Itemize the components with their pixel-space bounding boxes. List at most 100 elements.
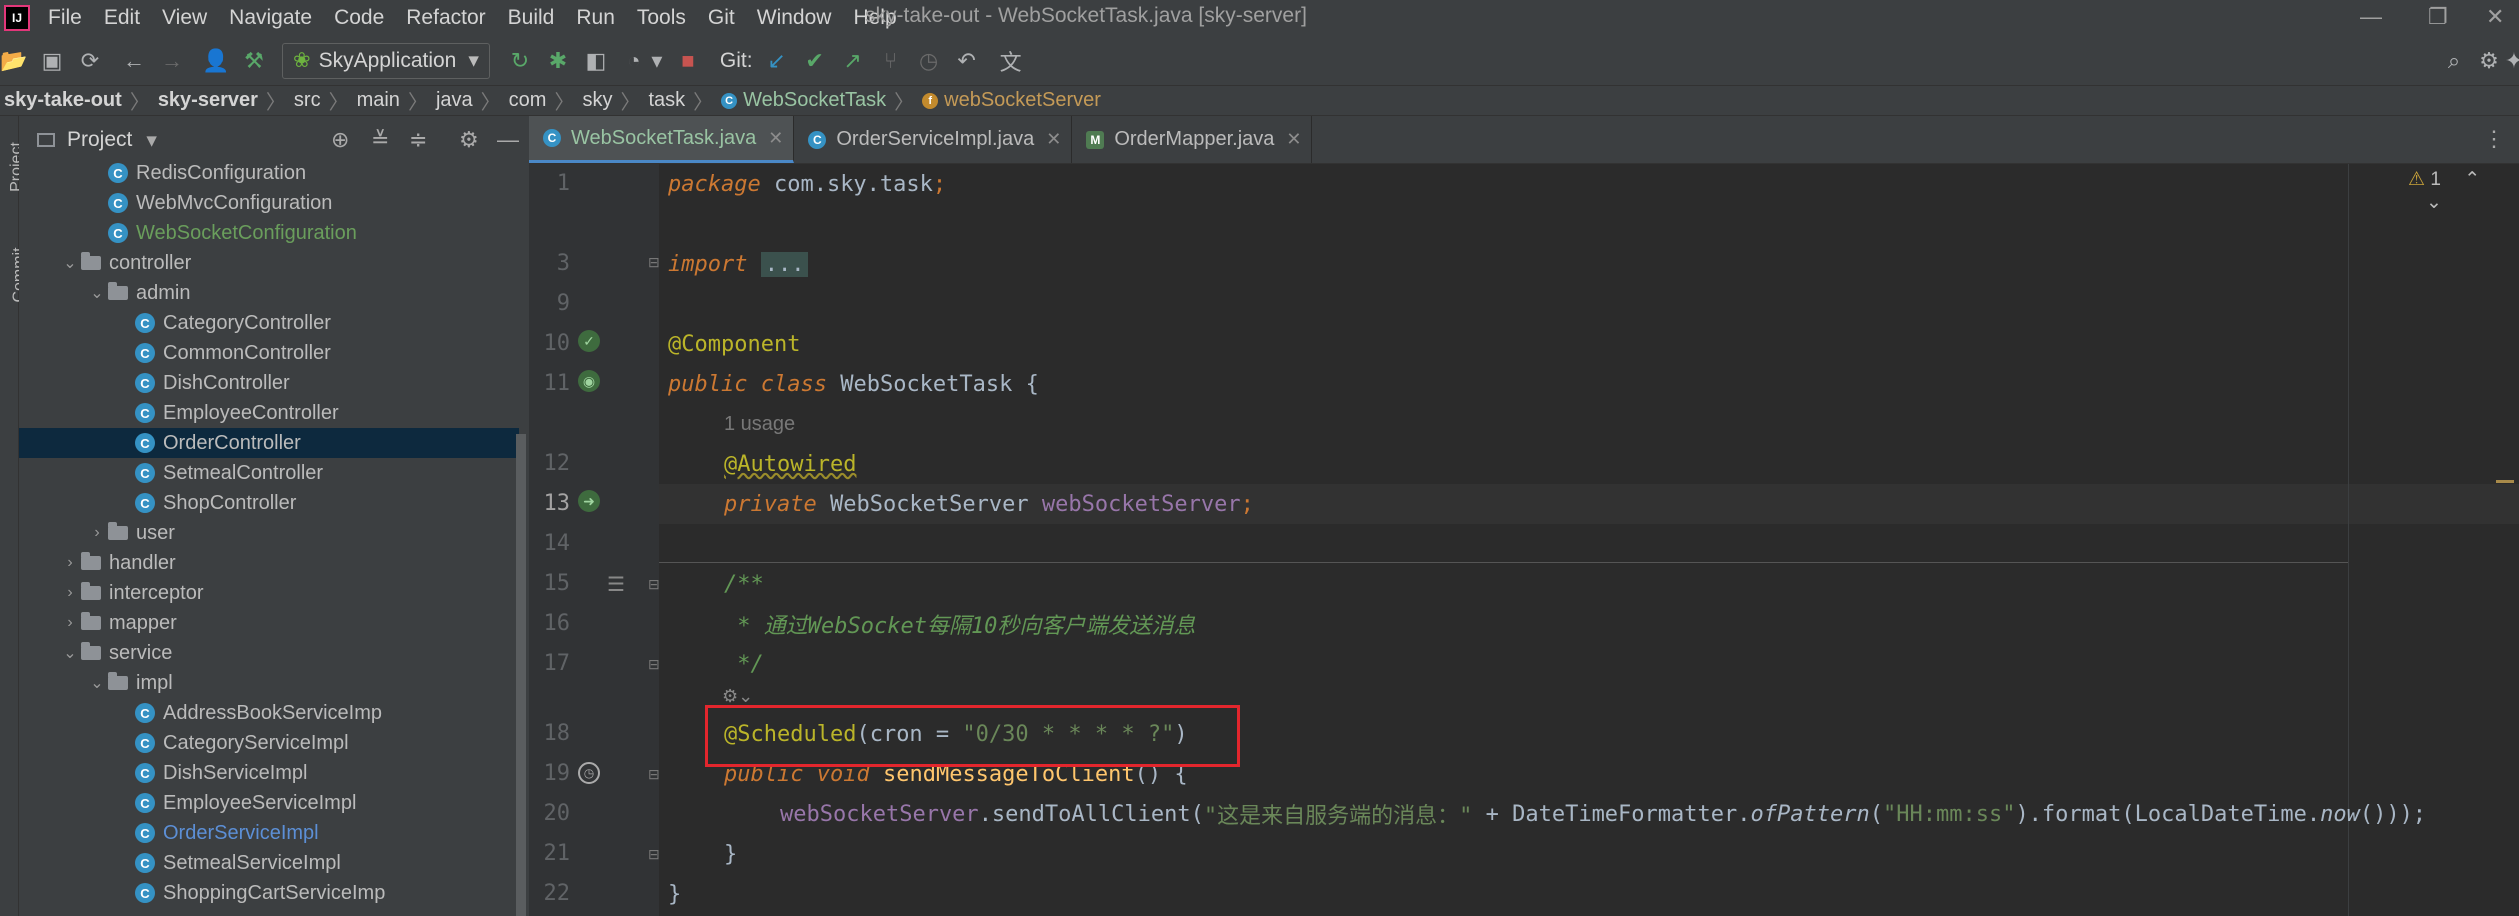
- menu-window[interactable]: Window: [757, 6, 832, 30]
- tree-folder[interactable]: ⌄ controller: [19, 248, 519, 278]
- hide-panel-icon[interactable]: —: [497, 127, 519, 153]
- breadcrumb-src[interactable]: src: [294, 89, 321, 112]
- menu-build[interactable]: Build: [508, 6, 555, 30]
- panel-settings-gear-icon[interactable]: ⚙: [459, 127, 479, 153]
- collapse-all-icon[interactable]: ≑: [409, 127, 427, 153]
- tree-folder[interactable]: ⌄ impl: [19, 668, 519, 698]
- next-highlight-icon[interactable]: ⌄: [2426, 192, 2442, 213]
- search-icon[interactable]: ⌕: [2440, 47, 2468, 75]
- code-line-13[interactable]: private WebSocketServer webSocketServer;: [724, 484, 1254, 524]
- tree-folder[interactable]: ⌄ admin: [19, 278, 519, 308]
- tree-file[interactable]: C OrderController: [19, 428, 519, 458]
- breadcrumb-module[interactable]: sky-server: [158, 89, 258, 112]
- menu-file[interactable]: File: [48, 6, 82, 30]
- tree-file[interactable]: C ShopController: [19, 488, 519, 518]
- breadcrumb-project[interactable]: sky-take-out: [4, 89, 122, 112]
- menu-refactor[interactable]: Refactor: [406, 6, 485, 30]
- code-line-22[interactable]: }: [668, 874, 681, 914]
- spring-bean-gutter-icon[interactable]: ✓: [578, 330, 600, 352]
- menu-edit[interactable]: Edit: [104, 6, 140, 30]
- close-tab-icon[interactable]: ✕: [1046, 129, 1061, 150]
- git-history-icon[interactable]: ◷: [915, 47, 943, 75]
- tree-file[interactable]: C DishController: [19, 368, 519, 398]
- tree-file[interactable]: C EmployeeServiceImpl: [19, 788, 519, 818]
- tab-websockettask[interactable]: C WebSocketTask.java ✕: [529, 116, 795, 163]
- menu-run[interactable]: Run: [576, 6, 615, 30]
- usage-hint-line[interactable]: 1 usage: [724, 404, 795, 444]
- tree-file[interactable]: C SetmealController: [19, 458, 519, 488]
- chevron-down-icon[interactable]: ⌄: [86, 673, 108, 693]
- breadcrumb-field[interactable]: webSocketServer: [944, 89, 1101, 112]
- tree-file[interactable]: C WebSocketConfiguration: [19, 218, 519, 248]
- more-tabs-icon[interactable]: ⋮: [2483, 126, 2505, 152]
- debug-bug-icon[interactable]: ✱: [544, 47, 572, 75]
- chevron-right-icon[interactable]: ›: [86, 524, 108, 542]
- git-commit-icon[interactable]: ✔: [801, 47, 829, 75]
- tree-folder[interactable]: › handler: [19, 548, 519, 578]
- tree-file[interactable]: C CategoryServiceImpl: [19, 728, 519, 758]
- tree-folder[interactable]: › mapper: [19, 608, 519, 638]
- chevron-down-icon[interactable]: ⌄: [59, 643, 81, 663]
- tree-file[interactable]: C OrderServiceImpl: [19, 818, 519, 848]
- code-line-20[interactable]: webSocketServer .sendToAllClient("这是来自服务端…: [780, 794, 2426, 834]
- profile-icon[interactable]: ◔: [620, 47, 648, 75]
- coverage-icon[interactable]: ◧: [582, 47, 610, 75]
- forward-arrow-icon[interactable]: →: [158, 47, 186, 75]
- previous-highlight-icon[interactable]: ⌃: [2464, 169, 2480, 190]
- project-panel-title[interactable]: Project: [67, 128, 132, 152]
- breadcrumb-com[interactable]: com: [509, 89, 547, 112]
- tree-folder[interactable]: ⌄ service: [19, 638, 519, 668]
- expand-all-icon[interactable]: ≚: [371, 127, 389, 153]
- git-update-icon[interactable]: ↙: [763, 47, 791, 75]
- git-push-icon[interactable]: ↗: [839, 47, 867, 75]
- user-icon[interactable]: 👤: [202, 47, 230, 75]
- tree-folder[interactable]: › user: [19, 518, 519, 548]
- tab-ordermapper[interactable]: M OrderMapper.java ✕: [1072, 116, 1313, 163]
- documentation-toggle-icon[interactable]: ☰: [607, 572, 625, 597]
- menu-code[interactable]: Code: [334, 6, 384, 30]
- fold-toggle-icon[interactable]: ⊟: [648, 576, 660, 593]
- close-tab-icon[interactable]: ✕: [1286, 129, 1301, 150]
- tree-file[interactable]: C DishServiceImpl: [19, 758, 519, 788]
- fold-toggle-icon[interactable]: ⊟: [648, 254, 660, 271]
- translate-icon[interactable]: 文: [997, 47, 1025, 75]
- autowired-navigate-gutter-icon[interactable]: ➜: [578, 490, 600, 512]
- breadcrumb-task[interactable]: task: [648, 89, 685, 112]
- tree-folder[interactable]: › interceptor: [19, 578, 519, 608]
- more-run-chevron-icon[interactable]: ▾: [650, 47, 664, 75]
- restore-icon[interactable]: ❐: [2428, 4, 2448, 30]
- chevron-down-icon[interactable]: ▾: [146, 128, 157, 153]
- code-line-11[interactable]: public class WebSocketTask {: [668, 364, 1039, 404]
- tree-scrollbar[interactable]: [516, 434, 526, 916]
- open-folder-icon[interactable]: 📂: [0, 47, 28, 75]
- chevron-right-icon[interactable]: ›: [59, 554, 81, 572]
- tree-file[interactable]: C WebMvcConfiguration: [19, 188, 519, 218]
- run-configuration-select[interactable]: ❀ SkyApplication ▾: [282, 42, 490, 79]
- back-arrow-icon[interactable]: ←: [120, 47, 148, 75]
- folded-imports[interactable]: ...: [760, 251, 809, 277]
- code-line-3[interactable]: import ...: [668, 244, 809, 284]
- rollback-icon[interactable]: ↶: [953, 47, 981, 75]
- close-tab-icon[interactable]: ✕: [768, 128, 783, 149]
- tree-file[interactable]: C CommonController: [19, 338, 519, 368]
- tree-file[interactable]: C EmployeeController: [19, 398, 519, 428]
- fold-toggle-icon[interactable]: ⊟: [648, 766, 660, 783]
- scheduled-gutter-icon[interactable]: ◷: [578, 762, 600, 784]
- breadcrumb-main[interactable]: main: [357, 89, 400, 112]
- tree-file[interactable]: C ShoppingCartServiceImp: [19, 878, 519, 908]
- tree-file[interactable]: C RedisConfiguration: [19, 158, 519, 188]
- tab-orderserviceimpl[interactable]: C OrderServiceImpl.java ✕: [794, 116, 1073, 163]
- code-line-15[interactable]: /**: [724, 564, 764, 604]
- menu-navigate[interactable]: Navigate: [229, 6, 312, 30]
- tree-file[interactable]: C CategoryController: [19, 308, 519, 338]
- chevron-down-icon[interactable]: ⌄: [86, 283, 108, 303]
- menu-tools[interactable]: Tools: [637, 6, 686, 30]
- breadcrumb-java[interactable]: java: [436, 89, 473, 112]
- chevron-right-icon[interactable]: ›: [59, 614, 81, 632]
- fold-toggle-icon[interactable]: ⊟: [648, 656, 660, 673]
- settings-gear-icon[interactable]: ⚙: [2475, 47, 2503, 75]
- tree-file[interactable]: C SetmealServiceImpl: [19, 848, 519, 878]
- ide-logo-icon[interactable]: ✦: [2500, 47, 2519, 75]
- spring-bean-gutter-icon[interactable]: ◉: [578, 370, 600, 392]
- code-line-10[interactable]: @Component: [668, 324, 800, 364]
